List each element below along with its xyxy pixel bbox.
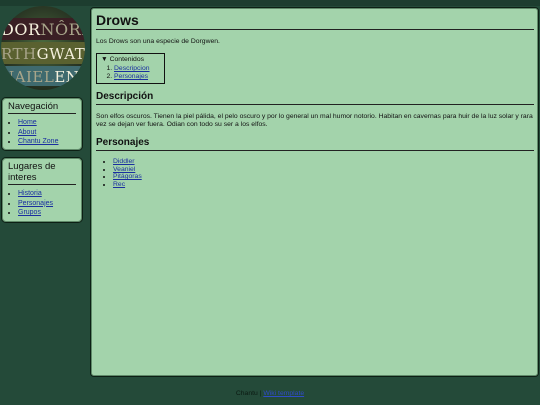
character-link-veaniel[interactable]: Veaniel <box>113 166 135 173</box>
top-bar <box>0 0 540 6</box>
places-link-grupos[interactable]: Grupos <box>18 209 41 216</box>
nav-link-chantu-zone[interactable]: Chantu Zone <box>18 138 58 145</box>
nav-link-about[interactable]: About <box>18 129 36 136</box>
list-item: Personajes <box>18 199 82 209</box>
toc-toggle[interactable]: ▼ Contenidos <box>101 56 161 64</box>
sidebar-navigation-title: Navegación <box>8 101 76 114</box>
section-heading-characters: Personajes <box>96 137 534 151</box>
sidebar-navigation-list: Home About Chantu Zone <box>2 118 82 147</box>
list-item: Historia <box>18 189 82 199</box>
toc-link-personajes[interactable]: Personajes <box>114 73 148 80</box>
logo-text-line2: RTHGWATH <box>1 45 85 63</box>
footer-text: Chantu | <box>235 390 264 397</box>
toc-item: Personajes <box>114 73 161 81</box>
page-footer: Chantu | Wiki template <box>0 390 540 397</box>
list-item: Home <box>18 118 82 128</box>
list-item: Diddler <box>113 158 538 166</box>
main-content: Drows Los Drows son una especie de Dorgw… <box>90 7 539 377</box>
section-heading-description: Descripción <box>96 91 534 106</box>
character-link-diddler[interactable]: Diddler <box>113 158 135 165</box>
sidebar-places: Lugares de interes Historia Personajes G… <box>1 157 83 223</box>
nav-link-home[interactable]: Home <box>18 119 37 126</box>
character-link-pitagoras[interactable]: Pitágoras <box>113 173 142 180</box>
sidebar-places-list: Historia Personajes Grupos <box>2 189 82 218</box>
list-item: Rec <box>113 181 538 189</box>
sidebar-places-title: Lugares de interes <box>8 161 76 185</box>
list-item: Veaniel <box>113 166 538 174</box>
toc-list: Descripcion Personajes <box>101 65 161 81</box>
places-link-historia[interactable]: Historia <box>18 190 42 197</box>
table-of-contents: ▼ Contenidos Descripcion Personajes <box>96 53 165 85</box>
page-title: Drows <box>96 12 534 30</box>
site-logo[interactable]: DORNÔRI RTHGWATH NAIELEN- <box>1 6 85 90</box>
character-link-rec[interactable]: Rec <box>113 181 125 188</box>
places-link-personajes[interactable]: Personajes <box>18 200 53 207</box>
page-intro: Los Drows son una especie de Dorgwen. <box>96 38 220 45</box>
section-description-text: Son elfos oscuros. Tienen la piel pálida… <box>96 113 533 129</box>
footer-template-link[interactable]: Wiki template <box>263 390 304 397</box>
sidebar-navigation: Navegación Home About Chantu Zone <box>1 97 83 151</box>
toc-link-descripcion[interactable]: Descripcion <box>114 65 150 72</box>
logo-text-line3: NAIELEN- <box>1 68 85 86</box>
list-item: About <box>18 128 82 138</box>
logo-text-line1: DORNÔRI <box>1 20 85 39</box>
list-item: Pitágoras <box>113 173 538 181</box>
list-item: Chantu Zone <box>18 137 82 147</box>
list-item: Grupos <box>18 208 82 218</box>
characters-list: Diddler Veaniel Pitágoras Rec <box>91 158 538 190</box>
toc-item: Descripcion <box>114 65 161 73</box>
